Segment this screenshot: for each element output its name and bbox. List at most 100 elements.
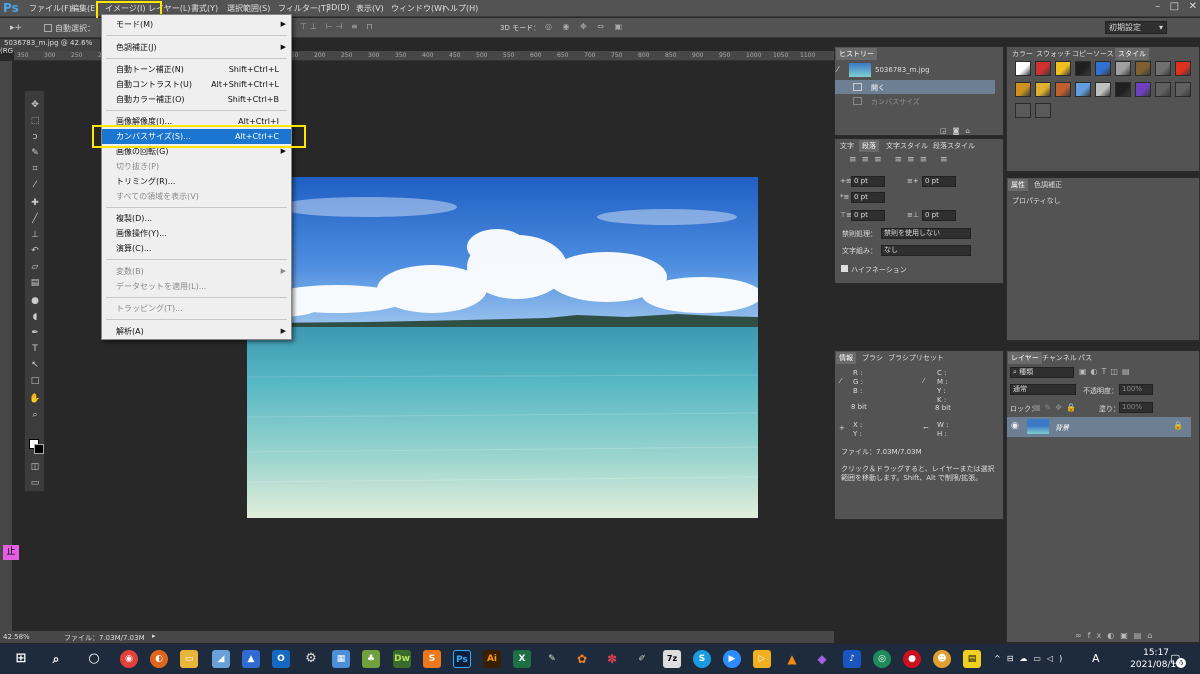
layer-filter-icons[interactable]: ▣◐T◫▤ xyxy=(1079,367,1134,376)
task-view-icon[interactable]: ○ xyxy=(85,650,103,668)
layer-filter-select[interactable]: ⌕ 種類 xyxy=(1010,367,1074,378)
chrome-icon[interactable]: ◉ xyxy=(120,650,138,668)
history-snapshot[interactable]: ⁄ 5036783_m.jpg xyxy=(835,61,1003,79)
menu-window[interactable]: ウィンドウ(W) xyxy=(391,3,445,14)
style-swatch[interactable] xyxy=(1075,61,1091,76)
lock-icons[interactable]: ▦✎✥🔒 xyxy=(1033,403,1080,412)
stop-app-icon[interactable]: 止 xyxy=(3,545,19,560)
background-color-swatch[interactable] xyxy=(34,444,44,454)
windows-start-icon[interactable]: ⊞ xyxy=(12,650,30,668)
quick-mask-icon[interactable]: ◫ xyxy=(28,461,42,474)
minimize-button[interactable]: – xyxy=(1155,1,1160,12)
excel-icon[interactable]: X xyxy=(513,650,531,668)
app-icon[interactable]: ◢ xyxy=(212,650,230,668)
tab-layers[interactable]: レイヤー xyxy=(1008,352,1042,364)
tab-history[interactable]: ヒストリー xyxy=(836,48,877,60)
app-icon[interactable]: ✽ xyxy=(603,650,621,668)
menu-item-adjustments[interactable]: 色調補正(J) ▶ xyxy=(102,40,291,55)
paragraph-align-icons[interactable]: ≡≡≡ ≡≡≡ ≡ xyxy=(849,155,953,165)
style-swatch[interactable] xyxy=(1035,61,1051,76)
eyedropper-tool-icon[interactable]: ⁄ xyxy=(28,179,42,192)
style-swatch[interactable] xyxy=(1015,61,1031,76)
healing-brush-icon[interactable]: ✚ xyxy=(28,197,42,210)
app-icon[interactable]: ◎ xyxy=(873,650,891,668)
firefox-icon[interactable]: ◐ xyxy=(150,650,168,668)
zoom-icon[interactable]: ▶ xyxy=(723,650,741,668)
move-tool-icon[interactable]: ▸+ xyxy=(10,23,22,33)
menu-3d[interactable]: 3D(D) xyxy=(326,3,350,12)
menu-item-variables[interactable]: 変数(B) ▶ xyxy=(102,264,291,279)
tab-styles[interactable]: スタイル xyxy=(1115,48,1149,60)
style-swatch[interactable] xyxy=(1115,61,1131,76)
menu-edit[interactable]: 編集(E) xyxy=(71,3,98,14)
7zip-icon[interactable]: 7z xyxy=(663,650,681,668)
marquee-tool-icon[interactable]: ⬚ xyxy=(28,115,42,128)
dodge-tool-icon[interactable]: ◖ xyxy=(28,311,42,324)
taskbar-clock[interactable]: 15:17 2021/08/14 xyxy=(1130,647,1182,671)
file-explorer-icon[interactable]: ▭ xyxy=(180,650,198,668)
sticky-notes-icon[interactable]: ▤ xyxy=(963,650,981,668)
tab-character[interactable]: 文字 xyxy=(837,140,857,152)
photos-icon[interactable]: ▲ xyxy=(242,650,260,668)
menu-type[interactable]: 書式(Y) xyxy=(191,3,218,14)
style-swatch[interactable] xyxy=(1175,82,1191,97)
photoshop-icon[interactable]: Ps xyxy=(453,650,471,668)
workspace-select[interactable]: 初期設定 ▾ xyxy=(1105,21,1167,34)
blend-mode-select[interactable]: 通常 xyxy=(1010,384,1076,395)
opacity-field[interactable]: 100% xyxy=(1119,384,1153,395)
menu-item-trap[interactable]: トラッピング(T)... xyxy=(102,301,291,316)
chevron-right-icon[interactable]: ▸ xyxy=(152,632,156,640)
gradient-tool-icon[interactable]: ▤ xyxy=(28,277,42,290)
menu-item-trim[interactable]: トリミング(R)... xyxy=(102,174,291,189)
app-icon[interactable]: ☻ xyxy=(933,650,951,668)
space-after-field[interactable]: 0 pt xyxy=(922,210,956,221)
kinsoku-select[interactable]: 禁則を使用しない xyxy=(881,228,971,239)
mojikumi-select[interactable]: なし xyxy=(881,245,971,256)
pen-tool-icon[interactable]: ✒ xyxy=(28,327,42,340)
app-icon[interactable]: ▦ xyxy=(332,650,350,668)
outlook-icon[interactable]: O xyxy=(272,650,290,668)
tab-brush-presets[interactable]: ブラシプリセット xyxy=(885,352,947,364)
record-icon[interactable]: ● xyxy=(903,650,921,668)
style-swatch[interactable] xyxy=(1055,61,1071,76)
app-icon[interactable]: ◆ xyxy=(813,650,831,668)
type-tool-icon[interactable]: T xyxy=(28,343,42,356)
menu-item-analysis[interactable]: 解析(A) ▶ xyxy=(102,324,291,339)
eraser-tool-icon[interactable]: ▱ xyxy=(28,261,42,274)
style-swatch[interactable] xyxy=(1015,82,1031,97)
hyphenation-checkbox[interactable] xyxy=(841,265,848,272)
menu-file[interactable]: ファイル(F) xyxy=(29,3,72,14)
style-swatch[interactable] xyxy=(1155,82,1171,97)
hand-tool-icon[interactable]: ✋ xyxy=(28,393,42,406)
quick-select-tool-icon[interactable]: ✎ xyxy=(28,147,42,160)
ime-indicator[interactable]: A xyxy=(1092,652,1100,665)
tab-adjustments[interactable]: 色調補正 xyxy=(1031,179,1065,191)
fill-field[interactable]: 100% xyxy=(1119,402,1153,413)
stamp-tool-icon[interactable]: ⊥ xyxy=(28,229,42,242)
tab-color[interactable]: カラー xyxy=(1009,48,1036,60)
menu-item-crop[interactable]: 切り抜き(P) xyxy=(102,159,291,174)
app-icon[interactable]: ♣ xyxy=(362,650,380,668)
menu-item-reveal-all[interactable]: すべての領域を表示(V) xyxy=(102,189,291,204)
brush-tool-icon[interactable]: ╱ xyxy=(28,213,42,226)
style-swatch[interactable] xyxy=(1055,82,1071,97)
indent-left-field[interactable]: 0 pt xyxy=(851,176,885,187)
tab-channels[interactable]: チャンネル xyxy=(1039,352,1080,364)
auto-select-checkbox[interactable] xyxy=(44,24,52,32)
tab-clone-source[interactable]: コピーソース xyxy=(1069,48,1117,60)
butterfly-icon[interactable]: ✿ xyxy=(573,650,591,668)
tab-properties[interactable]: 属性 xyxy=(1008,179,1028,191)
move-tool-icon[interactable]: ✥ xyxy=(28,99,42,112)
search-icon[interactable]: ⌕ xyxy=(47,650,65,668)
layer-footer-icons[interactable]: ∞fx◐▣▤⌂ xyxy=(1075,631,1158,640)
lasso-tool-icon[interactable]: ↄ xyxy=(28,131,42,144)
menu-item-auto-contrast[interactable]: 自動コントラスト(U) Alt+Shift+Ctrl+L xyxy=(102,77,291,92)
align-icons[interactable]: ⊤⊥ ⊢⊣ ≡ ⊓ xyxy=(300,22,375,31)
zoom-tool-icon[interactable]: ⌕ xyxy=(28,409,42,422)
tab-paragraph-style[interactable]: 段落スタイル xyxy=(930,140,978,152)
tab-paths[interactable]: パス xyxy=(1075,352,1095,364)
shape-tool-icon[interactable]: □ xyxy=(28,375,42,388)
system-tray-icons[interactable]: ^⊟☁▭◁) xyxy=(994,654,1068,663)
3d-mode-icons[interactable]: ◎ ◉ ✥ ⇔ ▣ xyxy=(545,22,626,31)
app-icon[interactable]: ✎ xyxy=(543,650,561,668)
